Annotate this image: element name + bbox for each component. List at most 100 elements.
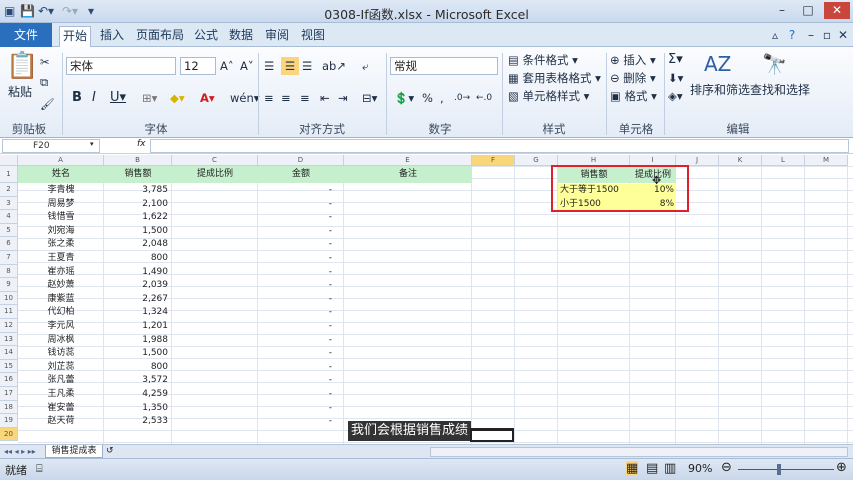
cell-amount[interactable]: - xyxy=(258,402,332,414)
tab-formulas[interactable]: 公式 xyxy=(192,26,220,47)
merge-center-icon[interactable]: ⊟▾ xyxy=(362,89,377,107)
cell-amount[interactable]: - xyxy=(258,198,332,210)
maximize-icon[interactable]: □ xyxy=(796,2,820,19)
cell-sales[interactable]: 3,572 xyxy=(104,374,168,386)
ribbon-minimize-icon[interactable]: ▵ xyxy=(768,26,782,47)
cell-sales[interactable]: 1,622 xyxy=(104,211,168,223)
increase-decimal-icon[interactable]: .0→ xyxy=(454,89,470,107)
cell-amount[interactable]: - xyxy=(258,225,332,237)
header-rate[interactable]: 提成比例 xyxy=(172,166,258,183)
minimize-icon[interactable]: – xyxy=(770,2,794,19)
format-cells-button[interactable]: ▣ 格式 ▾ xyxy=(610,87,657,105)
paste-icon[interactable]: 📋 xyxy=(6,51,38,81)
italic-icon[interactable]: I xyxy=(92,89,96,107)
sheet-nav-icon[interactable]: ◂◂ ◂ ▸ ▸▸ xyxy=(4,445,36,458)
cell-name[interactable]: 张之柔 xyxy=(18,238,104,250)
horizontal-scrollbar[interactable] xyxy=(430,447,848,457)
row-header-11[interactable]: 11 xyxy=(0,305,18,319)
delete-cells-button[interactable]: ⊖ 删除 ▾ xyxy=(610,69,656,87)
cell-amount[interactable]: - xyxy=(258,211,332,223)
cell-name[interactable]: 崔安蕾 xyxy=(18,402,104,414)
cell-amount[interactable]: - xyxy=(258,361,332,373)
tab-home[interactable]: 开始 xyxy=(59,26,91,47)
decrease-indent-icon[interactable]: ⇤ xyxy=(320,89,330,107)
cell-amount[interactable]: - xyxy=(258,415,332,427)
row-header-5[interactable]: 5 xyxy=(0,223,18,238)
wrap-text-icon[interactable]: ⤶ xyxy=(362,57,368,75)
tab-insert[interactable]: 插入 xyxy=(96,26,128,47)
macro-record-icon[interactable]: ⌸ xyxy=(36,462,43,476)
font-color-icon[interactable]: A▾ xyxy=(200,89,215,107)
cell-name[interactable]: 赵妙萧 xyxy=(18,279,104,291)
orientation-icon[interactable]: ab↗ xyxy=(322,57,346,75)
sheet-tab-sales[interactable]: 销售提成表 xyxy=(45,445,103,458)
column-header-d[interactable]: D xyxy=(258,155,344,166)
bold-icon[interactable]: B xyxy=(72,89,82,107)
row-header-8[interactable]: 8 xyxy=(0,264,18,279)
cell-amount[interactable]: - xyxy=(258,184,332,196)
format-painter-icon[interactable]: 🖌 xyxy=(40,95,55,113)
column-header-c[interactable]: C xyxy=(172,155,258,166)
cell-name[interactable]: 钱惜雪 xyxy=(18,211,104,223)
cell-sales[interactable]: 1,500 xyxy=(104,347,168,359)
zoom-slider-thumb[interactable] xyxy=(777,464,781,475)
underline-icon[interactable]: U▾ xyxy=(110,89,126,107)
cell-styles-button[interactable]: ▧ 单元格样式 ▾ xyxy=(508,87,589,105)
normal-view-icon[interactable]: ▦ xyxy=(626,461,639,476)
tab-file[interactable]: 文件 xyxy=(0,23,52,47)
zoom-slider[interactable] xyxy=(738,469,834,470)
new-sheet-icon[interactable]: ↺ xyxy=(106,445,114,458)
cell-amount[interactable]: - xyxy=(258,279,332,291)
cell-sales[interactable]: 800 xyxy=(104,361,168,373)
formula-input[interactable] xyxy=(150,139,849,153)
find-select-button[interactable]: 查找和选择 xyxy=(750,81,810,99)
row-header-3[interactable]: 3 xyxy=(0,196,18,211)
paste-button[interactable]: 粘贴 xyxy=(8,83,32,101)
row-header-15[interactable]: 15 xyxy=(0,359,18,374)
cell-sales[interactable]: 2,533 xyxy=(104,415,168,427)
cell-sales[interactable]: 2,039 xyxy=(104,279,168,291)
cell-name[interactable]: 钱访蕊 xyxy=(18,347,104,359)
row-header-12[interactable]: 12 xyxy=(0,319,18,333)
shrink-font-icon[interactable]: A˅ xyxy=(240,57,254,75)
cell-name[interactable]: 刘宛海 xyxy=(18,225,104,237)
align-right-icon[interactable]: ≡ xyxy=(300,89,310,107)
cell-name[interactable]: 李青槐 xyxy=(18,184,104,196)
cell-amount[interactable]: - xyxy=(258,334,332,346)
page-layout-view-icon[interactable]: ▤ xyxy=(646,461,658,476)
cell-amount[interactable]: - xyxy=(258,374,332,386)
column-header-k[interactable]: K xyxy=(719,155,762,166)
row-header-20[interactable]: 20 xyxy=(0,427,18,442)
column-header-b[interactable]: B xyxy=(104,155,172,166)
increase-indent-icon[interactable]: ⇥ xyxy=(338,89,348,107)
cell-amount[interactable]: - xyxy=(258,347,332,359)
page-break-view-icon[interactable]: ▥ xyxy=(664,461,676,476)
row-header-10[interactable]: 10 xyxy=(0,291,18,306)
cell-sales[interactable]: 1,490 xyxy=(104,266,168,278)
cell-name[interactable]: 张凡蕾 xyxy=(18,374,104,386)
cell-amount[interactable]: - xyxy=(258,306,332,318)
cell-name[interactable]: 周易梦 xyxy=(18,198,104,210)
row-header-16[interactable]: 16 xyxy=(0,373,18,387)
find-select-icon[interactable]: 🔭 xyxy=(762,51,787,77)
select-all-corner[interactable] xyxy=(0,155,18,166)
format-as-table-button[interactable]: ▦ 套用表格格式 ▾ xyxy=(508,69,601,87)
cell-name[interactable]: 崔亦瑶 xyxy=(18,266,104,278)
comma-style-icon[interactable]: , xyxy=(440,89,444,107)
tab-data[interactable]: 数据 xyxy=(226,26,256,47)
help-icon[interactable]: ? xyxy=(784,26,800,47)
cell-amount[interactable]: - xyxy=(258,388,332,400)
active-cell[interactable] xyxy=(470,427,514,442)
cell-name[interactable]: 王夏青 xyxy=(18,252,104,264)
row-header-13[interactable]: 13 xyxy=(0,332,18,347)
column-header-a[interactable]: A xyxy=(18,155,104,166)
workbook-restore-icon[interactable]: ▫ xyxy=(820,26,834,47)
tab-review[interactable]: 审阅 xyxy=(262,26,292,47)
zoom-level[interactable]: 90% xyxy=(688,462,712,475)
cell-name[interactable]: 代幻柏 xyxy=(18,306,104,318)
cell-amount[interactable]: - xyxy=(258,320,332,332)
row-header-19[interactable]: 19 xyxy=(0,414,18,428)
column-header-m[interactable]: M xyxy=(805,155,848,166)
cell-amount[interactable]: - xyxy=(258,238,332,250)
workbook-minimize-icon[interactable]: – xyxy=(804,26,818,47)
